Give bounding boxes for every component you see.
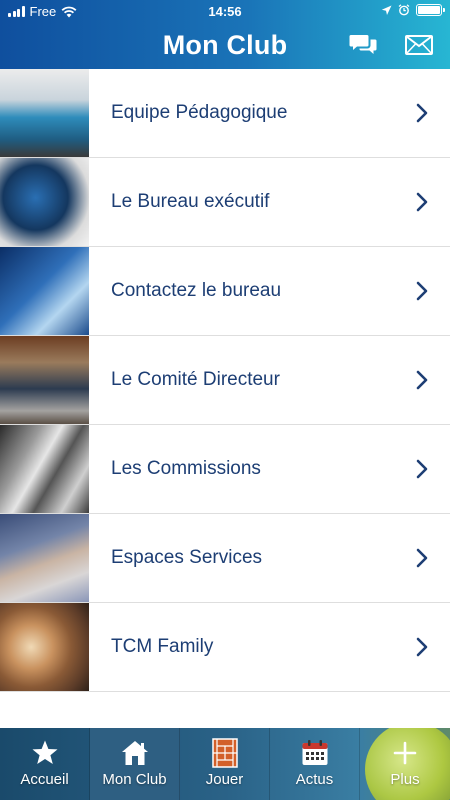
chevron-right-icon (416, 548, 428, 568)
alarm-icon (398, 4, 410, 16)
envelope-icon (405, 35, 433, 55)
team-photo-thumbnail (0, 69, 89, 157)
tab-label: Mon Club (102, 771, 167, 788)
building-thumbnail (0, 425, 89, 513)
list-item-label: Espaces Services (111, 547, 263, 568)
chat-button[interactable] (348, 32, 378, 58)
tab-label: Jouer (205, 771, 244, 788)
phone-contact-thumbnail (0, 247, 89, 335)
app-header: Free 14:56 Mon Club (0, 0, 450, 69)
chevron-right-icon (416, 459, 428, 479)
tab-accueil[interactable]: Accueil (0, 728, 90, 800)
chat-bubbles-icon (349, 35, 377, 54)
list-item-espaces-services[interactable]: Espaces Services (0, 514, 450, 603)
chevron-right-icon (416, 103, 428, 123)
list-item-tcm-family[interactable]: TCM Family (0, 603, 450, 692)
tab-mon-club[interactable]: Mon Club (90, 728, 180, 800)
board-photo-thumbnail (0, 158, 89, 246)
chevron-right-icon (416, 281, 428, 301)
family-photo-thumbnail (0, 603, 89, 691)
calendar-icon (302, 740, 327, 765)
status-bar: Free 14:56 (0, 0, 450, 24)
laptop-thumbnail (0, 514, 89, 602)
tab-actus[interactable]: Actus (270, 728, 360, 800)
tab-label: Actus (295, 771, 334, 788)
tennis-court-icon (211, 738, 238, 768)
list-item-label: Contactez le bureau (111, 280, 282, 301)
page-title: Mon Club (162, 30, 288, 60)
list-item-bureau-executif[interactable]: Le Bureau exécutif (0, 158, 450, 247)
tab-jouer[interactable]: Jouer (180, 728, 270, 800)
list-item-comite-directeur[interactable]: Le Comité Directeur (0, 336, 450, 425)
tab-label: Accueil (20, 771, 69, 788)
tab-plus[interactable]: Plus (360, 728, 450, 800)
house-icon (121, 741, 148, 765)
chevron-right-icon (416, 192, 428, 212)
chevron-right-icon (416, 637, 428, 657)
battery-icon (416, 4, 445, 16)
list-item-contactez-bureau[interactable]: Contactez le bureau (0, 247, 450, 336)
plus-icon (393, 741, 417, 765)
club-menu-list: Equipe Pédagogique Le Bureau exécutif Co… (0, 69, 450, 692)
mail-button[interactable] (404, 32, 434, 58)
list-item-label: Les Commissions (111, 458, 261, 479)
list-item-equipe-pedagogique[interactable]: Equipe Pédagogique (0, 69, 450, 158)
list-item-label: TCM Family (111, 636, 214, 657)
list-item-label: Equipe Pédagogique (111, 102, 288, 123)
status-right (381, 4, 445, 16)
list-item-commissions[interactable]: Les Commissions (0, 425, 450, 514)
star-icon (32, 740, 57, 764)
tab-label: Plus (390, 771, 420, 788)
list-item-label: Le Bureau exécutif (111, 191, 270, 212)
meeting-room-thumbnail (0, 336, 89, 424)
chevron-right-icon (416, 370, 428, 390)
location-arrow-icon (381, 5, 392, 15)
list-item-label: Le Comité Directeur (111, 369, 280, 390)
bottom-tab-bar: Accueil Mon Club Jouer Actus Plus (0, 728, 450, 800)
